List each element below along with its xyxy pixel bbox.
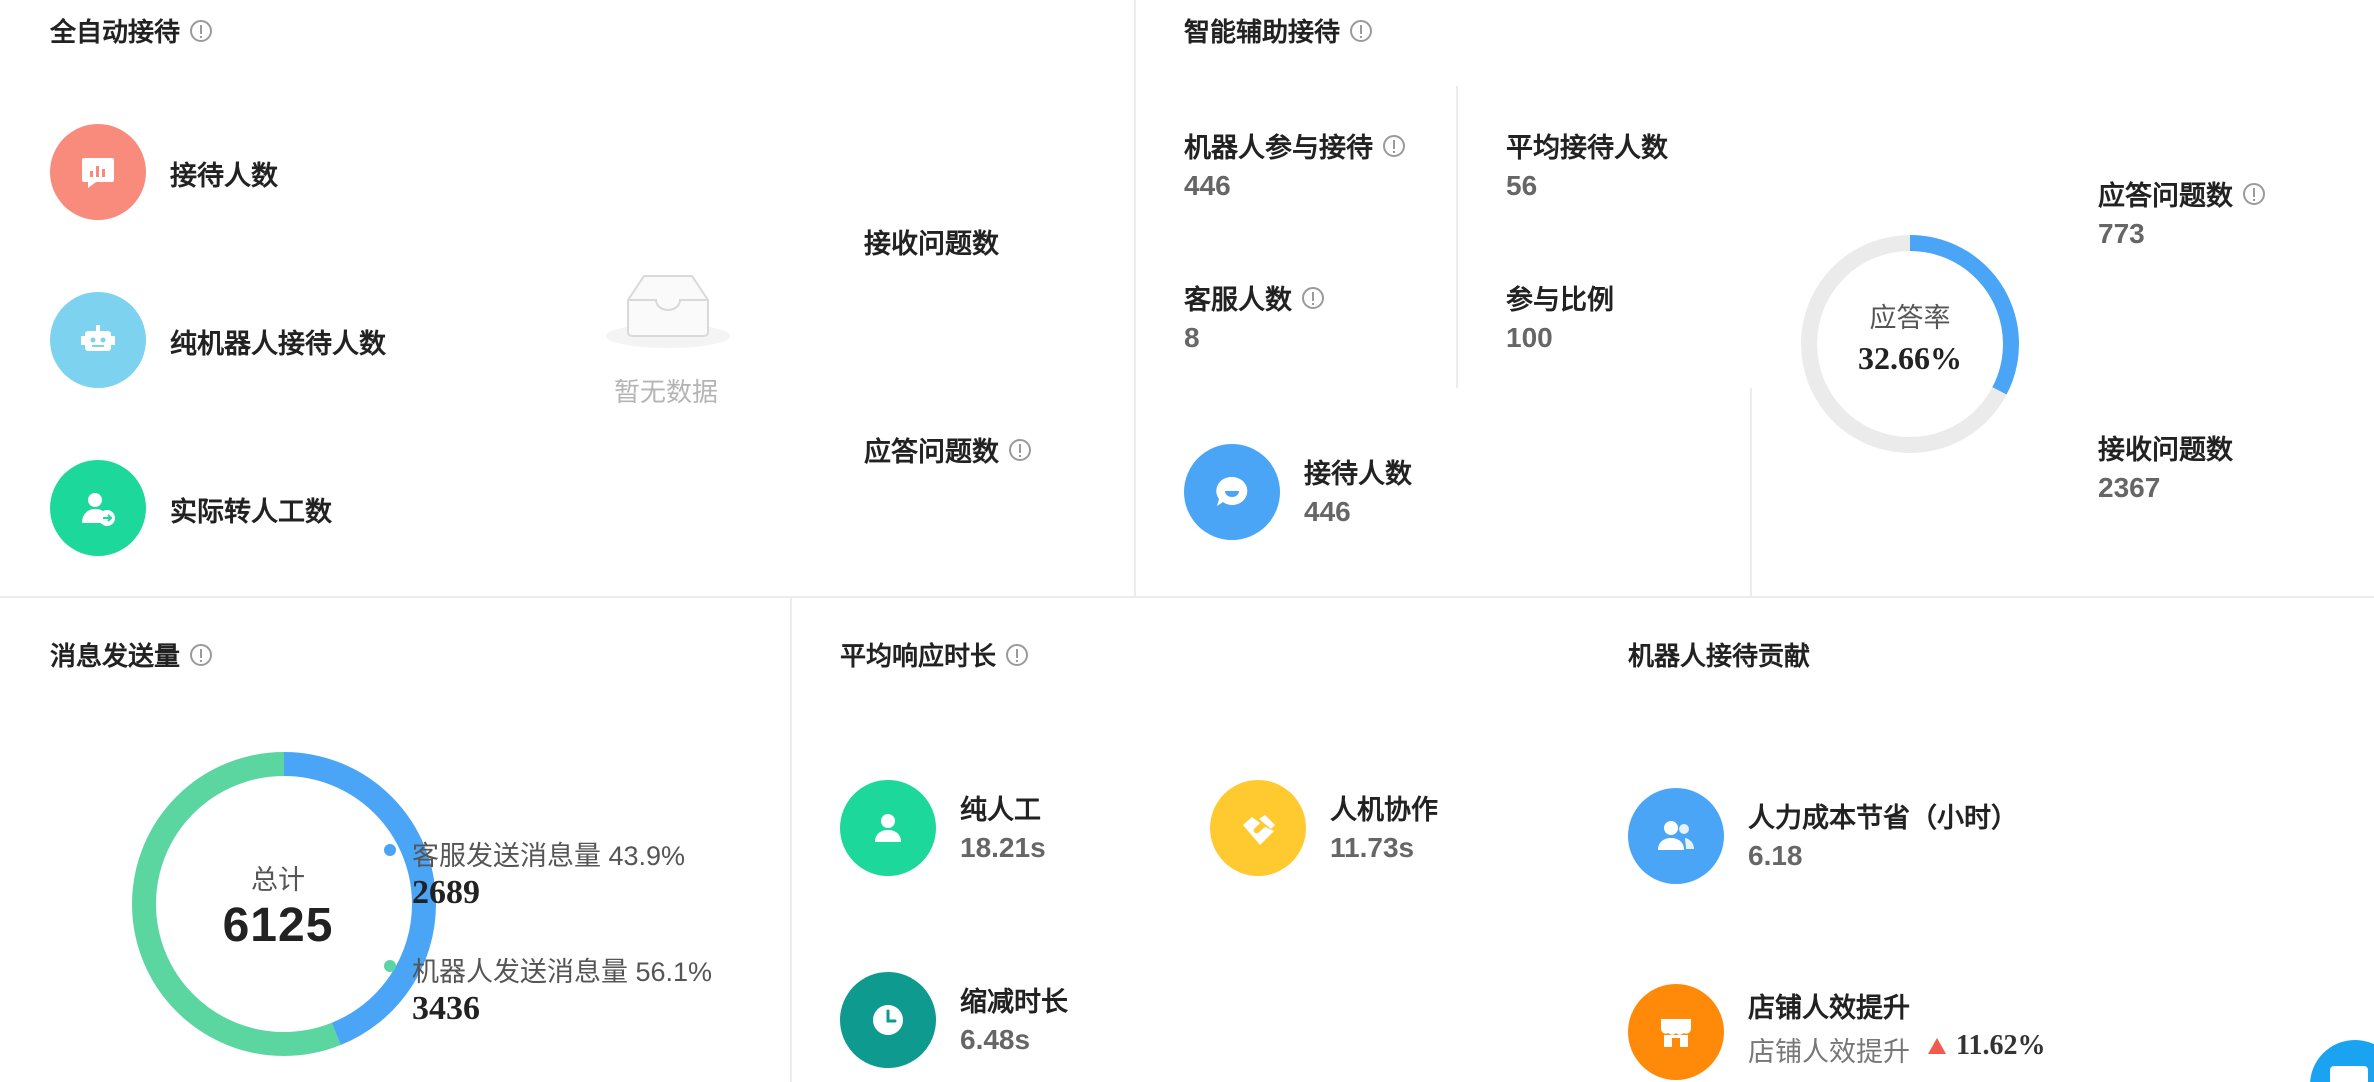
chat-bubble-icon [1184, 444, 1280, 540]
info-icon[interactable] [190, 643, 213, 666]
robot-icon [50, 292, 146, 388]
participation-ratio-label: 参与比例 [1506, 285, 1614, 315]
store-icon [1628, 984, 1724, 1080]
agent-count-label: 客服人数 [1184, 278, 1324, 317]
auto-item-label: 接待人数 [170, 161, 278, 191]
empty-text: 暂无数据 [614, 377, 719, 407]
store-efficiency-sublabel: 店铺人效提升 [1748, 1037, 1910, 1067]
smart-assist-title: 智能辅助接待 [1184, 12, 1373, 49]
messages-panel: 消息发送量 总计 6125 客服发送消息量 43.9% 2689 机器人发送消息… [0, 598, 790, 1082]
total-label: 总计 [251, 865, 305, 895]
info-icon[interactable] [1350, 19, 1373, 42]
received-questions-label: 接收问题数 [864, 229, 999, 259]
robot-contribution-title: 机器人接待贡献 [1628, 641, 1811, 671]
response-time-panel: 平均响应时长 纯人工 18.21s 人机协作 11.73s 缩减时长 6.48s [792, 598, 1612, 1082]
person-icon [840, 780, 936, 876]
reception-value: 446 [1304, 496, 1351, 527]
info-icon[interactable] [1302, 286, 1324, 309]
labor-saving-value: 6.18 [1748, 840, 1803, 871]
answered-questions-label: 应答问题数 [864, 430, 1031, 469]
handshake-icon [1210, 780, 1306, 876]
info-icon[interactable] [1006, 643, 1029, 666]
legend-robot-value: 3436 [412, 990, 480, 1027]
legend-dot-agent [384, 844, 396, 856]
info-icon[interactable] [2243, 182, 2265, 205]
info-icon[interactable] [190, 19, 213, 42]
user-transfer-icon [50, 460, 146, 556]
manual-value: 18.21s [960, 832, 1046, 863]
agent-count-value: 8 [1184, 322, 1200, 353]
up-arrow-icon [1928, 1038, 1946, 1054]
manual-label: 纯人工 [960, 795, 1041, 825]
auto-item-label: 实际转人工数 [170, 497, 332, 527]
avg-reception-label: 平均接待人数 [1506, 133, 1668, 163]
participation-ratio-value: 100 [1506, 322, 1553, 353]
chart-bubble-icon [50, 124, 146, 220]
answered-value: 773 [2098, 218, 2145, 249]
legend-robot: 机器人发送消息量 56.1% [412, 957, 713, 987]
answer-rate-label: 应答率 [1869, 303, 1951, 333]
legend-agent: 客服发送消息量 43.9% [412, 841, 686, 871]
collab-value: 11.73s [1330, 832, 1415, 863]
robot-contribution-panel: 机器人接待贡献 人力成本节省（小时） 6.18 店铺人效提升 店铺人效提升 11… [1612, 598, 2374, 1082]
reduced-value: 6.48s [960, 1024, 1031, 1055]
legend-agent-value: 2689 [412, 874, 480, 911]
avg-reception-value: 56 [1506, 170, 1538, 201]
received-value: 2367 [2098, 472, 2161, 503]
reception-label: 接待人数 [1304, 459, 1412, 489]
reduced-label: 缩减时长 [960, 987, 1068, 1017]
answered-label: 应答问题数 [2098, 174, 2265, 213]
divider [1456, 86, 1458, 388]
smart-assist-panel: 智能辅助接待 机器人参与接待 446 客服人数 8 平均接待人数 56 参与比例… [1136, 0, 2374, 596]
people-icon [1628, 788, 1724, 884]
received-label: 接收问题数 [2098, 435, 2233, 465]
auto-item-label: 纯机器人接待人数 [170, 329, 386, 359]
empty-box-icon [604, 270, 732, 354]
response-time-title: 平均响应时长 [840, 636, 1029, 673]
total-value: 6125 [222, 899, 334, 952]
robot-participation-label: 机器人参与接待 [1184, 126, 1405, 165]
store-efficiency-label: 店铺人效提升 [1748, 993, 1910, 1023]
auto-reception-panel: 全自动接待 接待人数 纯机器人接待人数 实际转人工数 暂无数据 接收问题数 应答… [0, 0, 1134, 596]
collab-label: 人机协作 [1330, 795, 1438, 825]
legend-dot-robot [384, 960, 396, 972]
store-efficiency-value: 11.62% [1956, 1030, 2046, 1061]
clock-icon [840, 972, 936, 1068]
robot-participation-value: 446 [1184, 170, 1231, 201]
info-icon[interactable] [1383, 134, 1405, 157]
auto-reception-title: 全自动接待 [50, 12, 213, 49]
answer-rate-value: 32.66% [1858, 340, 1962, 376]
divider [1750, 388, 1752, 596]
info-icon[interactable] [1009, 438, 1031, 461]
labor-saving-label: 人力成本节省（小时） [1748, 803, 2018, 833]
messages-title: 消息发送量 [50, 636, 213, 673]
